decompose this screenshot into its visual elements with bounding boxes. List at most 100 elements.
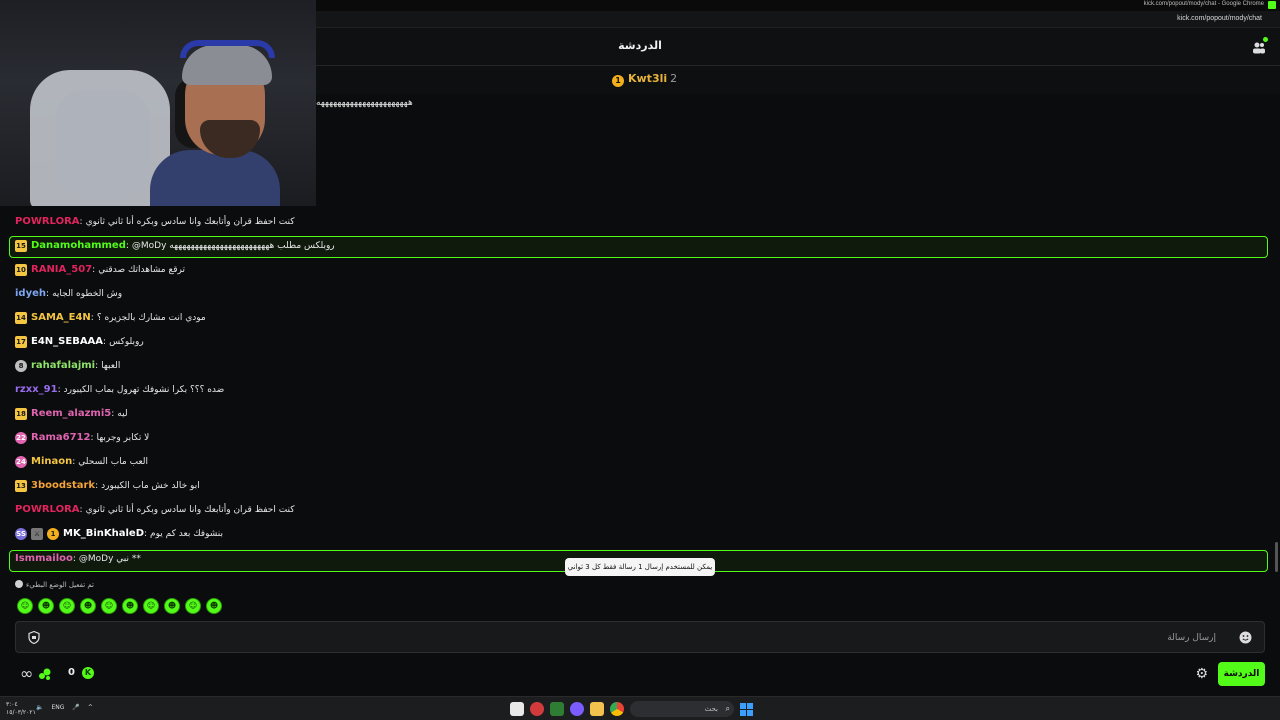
app-icon-1[interactable]: [510, 702, 524, 716]
chat-username[interactable]: POWRLORA: [15, 504, 80, 515]
chat-username[interactable]: Danamohammed: [31, 240, 126, 251]
emote-icon[interactable]: ☺: [59, 598, 75, 614]
chat-username[interactable]: Minaon: [31, 456, 72, 467]
chat-send-button[interactable]: الدردشة: [1218, 662, 1265, 686]
chat-message-text: كنت احفظ قران وأتابعك وانا سادس وبكره أن…: [85, 505, 295, 515]
file-explorer-icon[interactable]: [590, 702, 604, 716]
gaming-chair-back: [55, 90, 150, 200]
emote-icon[interactable]: ☺: [143, 598, 159, 614]
chat-message-text: ترقع مشاهداتك صدقني: [98, 265, 186, 275]
pinned-message-bar[interactable]: 1 Kwt3li 2: [316, 66, 1280, 94]
chat-username[interactable]: idyeh: [15, 288, 46, 299]
user-badge-icon: 13: [15, 480, 27, 492]
chat-message-input[interactable]: [46, 628, 1216, 648]
chat-message-text: ابو خالد خش ماب الكيبورد: [101, 481, 200, 491]
chat-username[interactable]: Reem_alazmi5: [31, 408, 111, 419]
shield-icon[interactable]: [28, 631, 40, 644]
emote-icon[interactable]: ☺: [101, 598, 117, 614]
scrollbar-thumb[interactable]: [1275, 542, 1278, 572]
emote-icon[interactable]: ☺: [17, 598, 33, 614]
pinned-username-row: 1 Kwt3li 2: [612, 72, 677, 87]
username-separator: :: [111, 409, 115, 419]
chat-username[interactable]: rahafalajmi: [31, 360, 95, 371]
excel-icon[interactable]: [550, 702, 564, 716]
username-separator: :: [72, 457, 76, 467]
webcam-overlay: [0, 0, 316, 206]
slow-mode-notice: تم تفعيل الوضع البطيء: [15, 580, 94, 589]
bubbles-icon[interactable]: [38, 667, 52, 681]
app-icon-4[interactable]: [570, 702, 584, 716]
chat-message-text: مودي انت مشارك بالجزيره ؟: [96, 313, 206, 323]
username-separator: :: [90, 313, 94, 323]
chat-username[interactable]: RANIA_507: [31, 264, 92, 275]
emote-icon[interactable]: ☻: [206, 598, 222, 614]
chat-message: 8 rahafalajmi: العبها: [15, 356, 120, 376]
chat-message: POWRLORA: كنت احفظ قران وأتابعك وانا سادس…: [15, 500, 295, 520]
user-badge-icon: ⚔: [31, 528, 43, 540]
chat-message: 22 Rama6712: لا تكابر وجربها: [15, 428, 149, 448]
pinned-username[interactable]: Kwt3li: [628, 72, 667, 85]
chevron-up-icon[interactable]: ^: [88, 704, 93, 711]
chat-message: 13 3boodstark: ابو خالد خش ماب الكيبورد: [15, 476, 200, 496]
chat-username[interactable]: rzxx_91: [15, 384, 58, 395]
emote-icon[interactable]: ☻: [38, 598, 54, 614]
url-text[interactable]: kick.com/popout/mody/chat: [1177, 15, 1262, 22]
chat-input-box[interactable]: [15, 621, 1265, 653]
user-badge-icon: 18: [15, 408, 27, 420]
user-badge-icon: 14: [15, 312, 27, 324]
chat-message-text: بنشوفك بعد كم يوم: [150, 529, 223, 539]
chat-message: Ismmailoo: @MoDy نبي **: [15, 549, 141, 569]
streamer-body: [150, 150, 280, 206]
search-icon: ⌕: [725, 704, 730, 713]
username-separator: :: [79, 505, 83, 515]
os-taskbar: ٣:٠٤ ١٥/٠٣/٢٠٢١ 🔈 ENG 🎤 ^ بحث ⌕: [0, 696, 1280, 720]
slow-mode-toast: يمكن للمستخدم إرسال 1 رسالة فقط كل 3 ثوا…: [565, 558, 715, 576]
user-badge-icon: SS: [15, 528, 27, 540]
pinned-user-badge: 1: [612, 75, 624, 87]
windows-start-icon[interactable]: [740, 702, 753, 716]
chat-message: POWRLORA: كنت احفظ قران وأتابعك وانا سادس…: [15, 212, 295, 232]
language-indicator[interactable]: ENG: [51, 704, 64, 711]
chat-footer: ∞ 0 K ⚙ الدردشة: [0, 660, 1280, 690]
emote-icon[interactable]: ☻: [80, 598, 96, 614]
app-icon-2[interactable]: [530, 702, 544, 716]
chat-username[interactable]: POWRLORA: [15, 216, 80, 227]
chat-username[interactable]: 3boodstark: [31, 480, 95, 491]
clock-date: ١٥/٠٣/٢٠٢١: [6, 709, 36, 716]
chat-username[interactable]: MK_BinKhaleD: [63, 528, 144, 539]
chat-message: 10 RANIA_507: ترقع مشاهداتك صدقني: [15, 260, 185, 280]
emote-icon[interactable]: ☻: [122, 598, 138, 614]
chat-message: SS ⚔ 1 MK_BinKhaleD: بنشوفك بعد كم يوم: [15, 524, 223, 544]
gear-icon[interactable]: ⚙: [1195, 667, 1208, 681]
chat-message-text: العبها: [101, 361, 121, 371]
chat-message-text: وش الخطوه الجايه: [52, 289, 123, 299]
taskbar-apps: بحث ⌕: [510, 701, 753, 717]
infinity-icon[interactable]: ∞: [20, 666, 33, 682]
username-separator: :: [144, 529, 148, 539]
chat-message: rzxx_91: ضده ؟؟؟ بكرا نشوفك تهرول بماب ال…: [15, 380, 224, 400]
window-title: kick.com/popout/mody/chat - Google Chrom…: [1143, 1, 1264, 7]
chat-message: 14 SAMA_E4N: مودي انت مشارك بالجزيره ؟: [15, 308, 206, 328]
chat-username[interactable]: Ismmailoo: [15, 553, 73, 564]
users-icon[interactable]: [1252, 37, 1268, 54]
username-separator: :: [125, 241, 129, 251]
taskbar-search[interactable]: بحث ⌕: [630, 701, 734, 717]
username-separator: :: [103, 337, 107, 347]
chat-message: 17 E4N_SEBAAA: روبلوكس: [15, 332, 144, 352]
kick-points-icon[interactable]: K: [82, 667, 94, 679]
system-tray: 🔈 ENG 🎤 ^: [36, 704, 93, 711]
chat-username[interactable]: SAMA_E4N: [31, 312, 91, 323]
chat-username[interactable]: Rama6712: [31, 432, 90, 443]
chat-username[interactable]: E4N_SEBAAA: [31, 336, 103, 347]
kick-favicon-icon: [1268, 1, 1276, 9]
clock[interactable]: ٣:٠٤ ١٥/٠٣/٢٠٢١: [6, 701, 36, 717]
chat-message-text: ضده ؟؟؟ بكرا نشوفك تهرول بماب الكيبورد: [63, 385, 225, 395]
microphone-icon[interactable]: 🎤: [72, 704, 79, 711]
volume-icon[interactable]: 🔈: [36, 704, 43, 711]
emote-icon[interactable]: ☻: [164, 598, 180, 614]
username-separator: :: [90, 433, 94, 443]
emoji-icon[interactable]: [1239, 631, 1252, 644]
channel-points-value: 0: [68, 667, 75, 678]
emote-icon[interactable]: ☺: [185, 598, 201, 614]
chrome-icon[interactable]: [610, 702, 624, 716]
